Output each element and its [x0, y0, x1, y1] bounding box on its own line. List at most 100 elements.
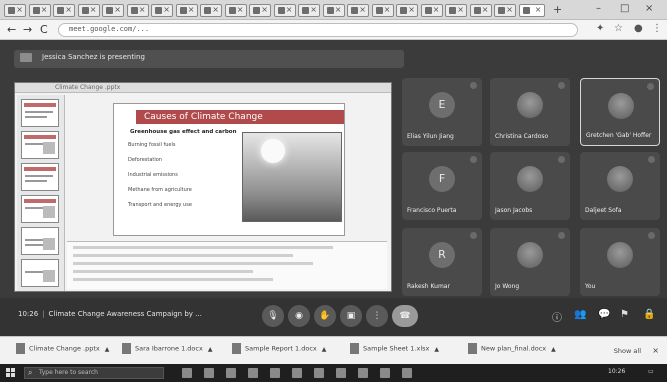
- camera-icon[interactable]: ◉: [288, 305, 310, 327]
- browser-tab[interactable]: ×: [273, 4, 296, 17]
- browser-tab[interactable]: ×: [445, 4, 467, 17]
- close-tab-icon[interactable]: ×: [261, 5, 268, 14]
- browser-tab[interactable]: ×: [126, 4, 149, 17]
- browser-tab[interactable]: ×: [420, 4, 443, 17]
- app-icon[interactable]: [402, 368, 412, 378]
- raise-hand-icon[interactable]: ✋: [314, 305, 336, 327]
- word-icon[interactable]: [248, 368, 258, 378]
- close-tab-icon[interactable]: ×: [335, 5, 342, 14]
- activities-icon[interactable]: ⚑: [620, 309, 629, 320]
- downloads-bar: Climate Change .pptx ▲ Sara Ibarrone 1.do…: [0, 336, 667, 364]
- lock-icon[interactable]: 🔒: [643, 309, 655, 320]
- browser-tab[interactable]: ×: [396, 4, 418, 17]
- reload-button[interactable]: C: [40, 23, 48, 36]
- maximize-button[interactable]: □: [620, 3, 629, 14]
- participant-tile[interactable]: E Elias Yilun Jiang: [402, 78, 482, 146]
- participant-tile[interactable]: Jo Wong: [490, 228, 570, 296]
- close-tab-icon[interactable]: ×: [408, 5, 415, 14]
- browser-tab[interactable]: ×: [77, 4, 100, 17]
- forward-button[interactable]: →: [23, 23, 32, 36]
- participant-tile[interactable]: R Rakesh Kumar: [402, 228, 482, 296]
- taskbar-clock[interactable]: 10:26: [608, 368, 625, 375]
- app-icon[interactable]: [336, 368, 346, 378]
- browser-tab[interactable]: ×: [151, 4, 173, 17]
- download-item[interactable]: Sample Sheet 1.xlsx ▲: [350, 343, 439, 359]
- people-icon[interactable]: 👥: [574, 309, 586, 320]
- close-tab-icon[interactable]: ×: [188, 5, 195, 14]
- participant-tile[interactable]: You: [580, 228, 660, 296]
- download-item[interactable]: Sara Ibarrone 1.docx ▲: [122, 343, 212, 359]
- browser-tab[interactable]: ×: [322, 4, 345, 17]
- close-tab-icon[interactable]: ×: [41, 5, 48, 14]
- close-tab-icon[interactable]: ×: [286, 5, 293, 14]
- new-tab-button[interactable]: +: [553, 3, 562, 16]
- browser-tab[interactable]: ×: [175, 4, 198, 17]
- powerpoint-icon[interactable]: [292, 368, 302, 378]
- close-tab-icon[interactable]: ×: [163, 5, 170, 14]
- close-tab-icon[interactable]: ×: [535, 5, 542, 14]
- browser-tab[interactable]: ×: [469, 4, 492, 17]
- close-tab-icon[interactable]: ×: [139, 5, 146, 14]
- taskbar-search[interactable]: ⌕ Type here to search: [24, 367, 164, 379]
- close-tab-icon[interactable]: ×: [457, 5, 464, 14]
- browser-tab[interactable]: ×: [102, 4, 124, 17]
- participant-tile[interactable]: Gretchen 'Gab' Hoffer: [580, 78, 660, 146]
- favicon-icon: [277, 7, 285, 14]
- task-view-icon[interactable]: [182, 368, 192, 378]
- excel-icon[interactable]: [270, 368, 280, 378]
- chat-icon[interactable]: 💬: [598, 309, 610, 320]
- browser-tab[interactable]: ×: [518, 4, 545, 17]
- present-icon[interactable]: ▣: [340, 305, 362, 327]
- download-item[interactable]: Climate Change .pptx ▲: [16, 343, 109, 359]
- participant-tile[interactable]: Jason Jacobs: [490, 152, 570, 220]
- start-icon[interactable]: [6, 368, 16, 378]
- chrome-icon[interactable]: [314, 368, 324, 378]
- close-tab-icon[interactable]: ×: [212, 5, 219, 14]
- participant-tile[interactable]: Daljeet Sofa: [580, 152, 660, 220]
- download-item[interactable]: Sample Report 1.docx ▲: [232, 343, 326, 359]
- close-window-button[interactable]: ×: [645, 3, 653, 14]
- close-tab-icon[interactable]: ×: [310, 5, 317, 14]
- close-tab-icon[interactable]: ×: [65, 5, 72, 14]
- browser-tab[interactable]: ×: [347, 4, 369, 17]
- info-icon[interactable]: ⓘ: [552, 309, 562, 324]
- app-icon[interactable]: [380, 368, 390, 378]
- notifications-icon[interactable]: ▭: [648, 368, 654, 375]
- participant-tile[interactable]: F Francisco Puerta: [402, 152, 482, 220]
- close-tab-icon[interactable]: ×: [359, 5, 366, 14]
- mic-icon[interactable]: 🎙: [262, 305, 284, 327]
- show-all-button[interactable]: Show all: [614, 347, 641, 355]
- close-tab-icon[interactable]: ×: [114, 5, 121, 14]
- menu-icon[interactable]: ⋮: [652, 23, 662, 34]
- close-tab-icon[interactable]: ×: [482, 5, 489, 14]
- close-downloads-icon[interactable]: ×: [652, 346, 659, 355]
- minimize-button[interactable]: –: [596, 3, 601, 14]
- extensions-icon[interactable]: ✦: [596, 23, 604, 34]
- browser-tab[interactable]: ×: [53, 4, 75, 17]
- browser-tab[interactable]: ×: [298, 4, 320, 17]
- bookmark-icon[interactable]: ☆: [614, 23, 623, 34]
- app-icon[interactable]: [358, 368, 368, 378]
- browser-tab[interactable]: ×: [371, 4, 394, 17]
- close-tab-icon[interactable]: ×: [16, 5, 23, 14]
- end-call-icon[interactable]: ☎: [392, 305, 418, 327]
- address-bar[interactable]: meet.google.com/...: [58, 23, 578, 37]
- close-tab-icon[interactable]: ×: [90, 5, 97, 14]
- browser-tab[interactable]: ×: [28, 4, 51, 17]
- close-tab-icon[interactable]: ×: [384, 5, 391, 14]
- file-explorer-icon[interactable]: [226, 368, 236, 378]
- close-tab-icon[interactable]: ×: [433, 5, 440, 14]
- profile-icon[interactable]: ●: [634, 23, 643, 34]
- close-tab-icon[interactable]: ×: [506, 5, 513, 14]
- edge-icon[interactable]: [204, 368, 214, 378]
- browser-tab[interactable]: ×: [200, 4, 222, 17]
- browser-tab[interactable]: ×: [249, 4, 271, 17]
- browser-tab[interactable]: ×: [224, 4, 247, 17]
- close-tab-icon[interactable]: ×: [237, 5, 244, 14]
- more-options-icon[interactable]: ⋮: [366, 305, 388, 327]
- browser-tab[interactable]: ×: [4, 4, 26, 17]
- participant-tile[interactable]: Christina Cardoso: [490, 78, 570, 146]
- back-button[interactable]: ←: [7, 23, 16, 36]
- browser-tab[interactable]: ×: [494, 4, 516, 17]
- download-item[interactable]: New plan_final.docx ▲: [468, 343, 556, 359]
